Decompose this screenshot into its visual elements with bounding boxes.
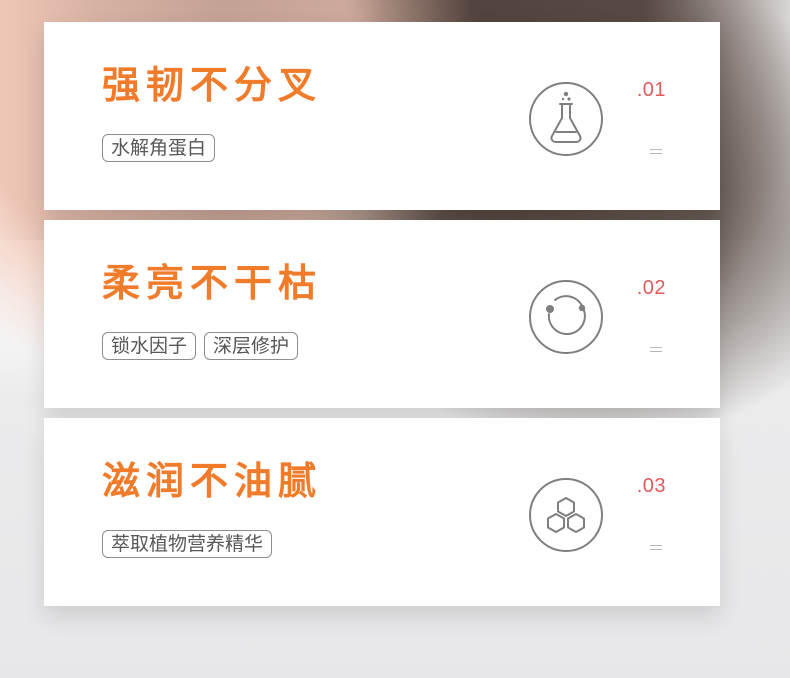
feature-title: 柔亮不干枯 <box>102 261 323 305</box>
equals-mark <box>650 346 662 354</box>
equals-mark <box>650 148 662 156</box>
hexagon-cluster-icon <box>527 476 605 554</box>
flask-icon <box>527 80 605 158</box>
feature-number: .02 <box>636 277 666 299</box>
feature-tags: 水解角蛋白 <box>102 134 216 162</box>
feature-title: 强韧不分叉 <box>102 63 323 107</box>
equals-mark <box>650 544 662 552</box>
feature-tag: 萃取植物营养精华 <box>102 530 273 558</box>
feature-tags: 锁水因子 深层修护 <box>102 332 299 360</box>
feature-card-2: 柔亮不干枯 锁水因子 深层修护 .02 <box>44 220 720 408</box>
feature-tag: 锁水因子 <box>102 332 197 360</box>
feature-title: 滋润不油腻 <box>102 459 323 503</box>
feature-number: .03 <box>636 475 666 497</box>
feature-tag: 水解角蛋白 <box>102 134 216 162</box>
ring-molecule-icon <box>527 278 605 356</box>
feature-tags: 萃取植物营养精华 <box>102 530 273 558</box>
feature-card-1: 强韧不分叉 水解角蛋白 .01 <box>44 22 720 210</box>
feature-number: .01 <box>636 79 666 101</box>
feature-tag: 深层修护 <box>204 332 299 360</box>
feature-card-3: 滋润不油腻 萃取植物营养精华 .03 <box>44 418 720 606</box>
